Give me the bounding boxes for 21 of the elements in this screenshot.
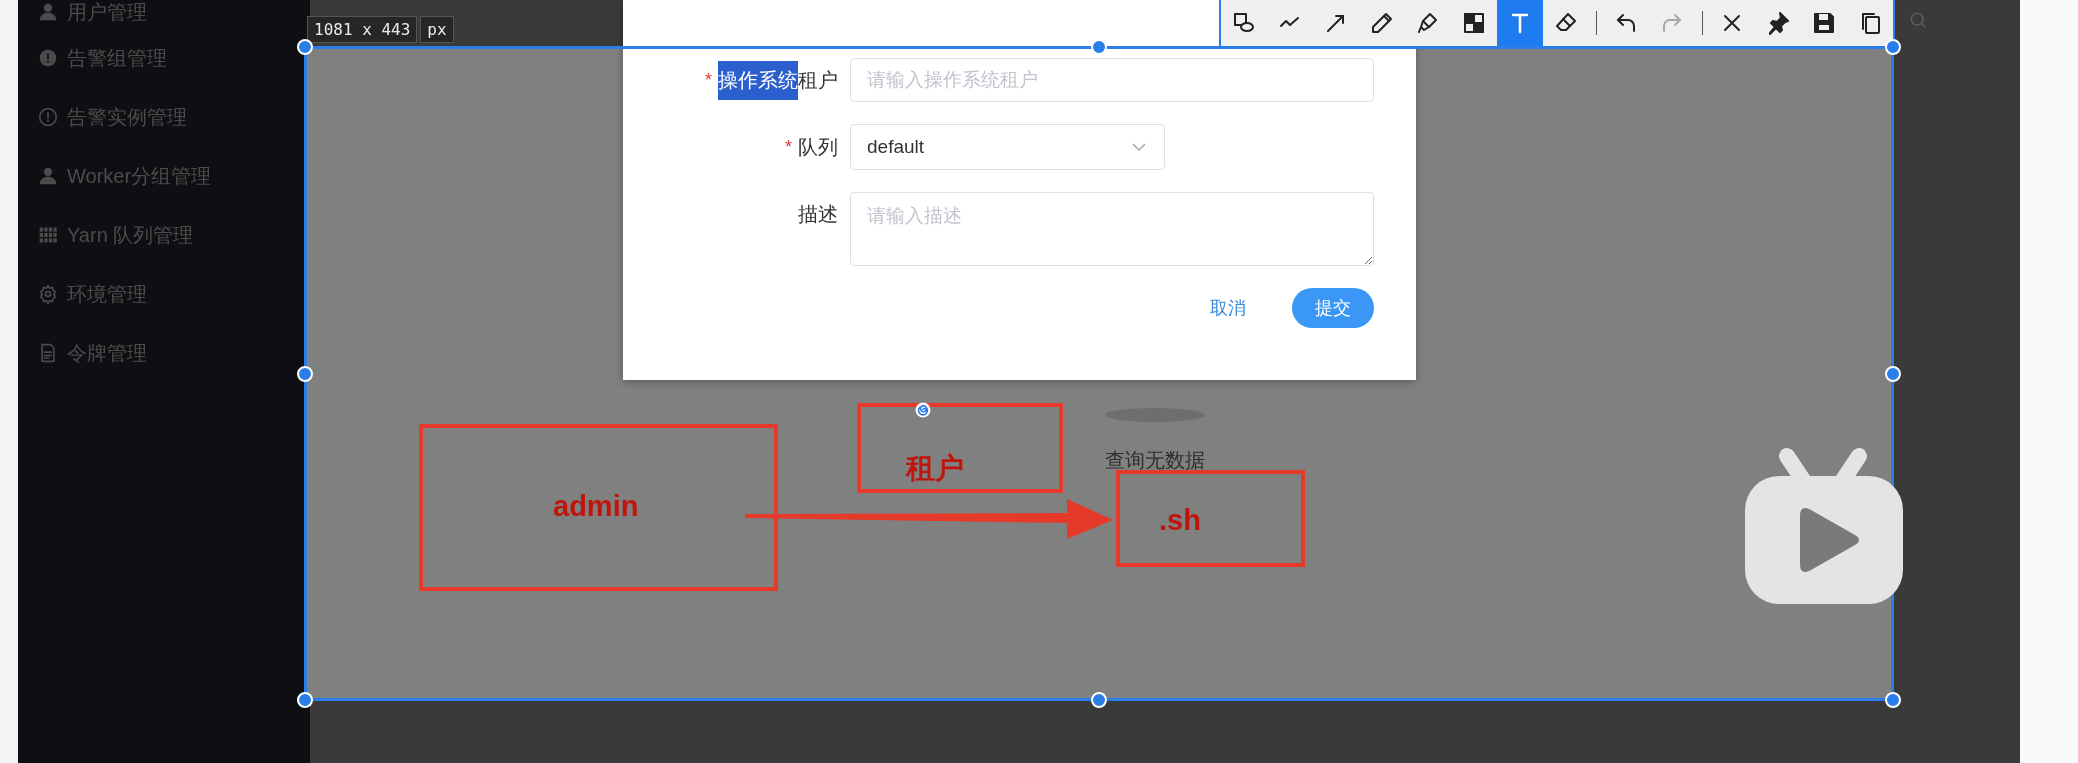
field-label: * 操作系统租户	[705, 58, 838, 102]
annotation-text: .sh	[1159, 504, 1201, 537]
sidebar-item[interactable]: 告警组管理	[67, 44, 167, 72]
sidebar-item[interactable]: 用户管理	[67, 0, 147, 26]
annotation-text: 租户	[906, 451, 964, 486]
unit-label: px	[420, 16, 454, 43]
sidebar-item[interactable]: Yarn 队列管理	[67, 221, 194, 249]
sidebar-item[interactable]: 告警实例管理	[67, 103, 187, 131]
field-label: 描述	[798, 201, 838, 227]
text-field[interactable]: 请输入操作系统租户	[850, 58, 1374, 102]
field-label: * 队列	[785, 134, 838, 160]
annotation-text: admin	[553, 490, 639, 523]
empty-text: 查询无数据	[1105, 448, 1205, 473]
sidebar-item[interactable]: Worker分组管理	[67, 162, 212, 190]
sidebar-item[interactable]: 令牌管理	[67, 339, 147, 367]
cancel-button[interactable]: 取消	[1210, 296, 1246, 320]
description-field[interactable]: 请输入描述	[850, 192, 1374, 266]
queue-select[interactable]: default	[850, 124, 1165, 170]
size-label: 1081 x 443	[307, 16, 418, 43]
submit-button[interactable]: 提交	[1292, 288, 1374, 328]
sidebar-item[interactable]: 环境管理	[67, 280, 147, 308]
